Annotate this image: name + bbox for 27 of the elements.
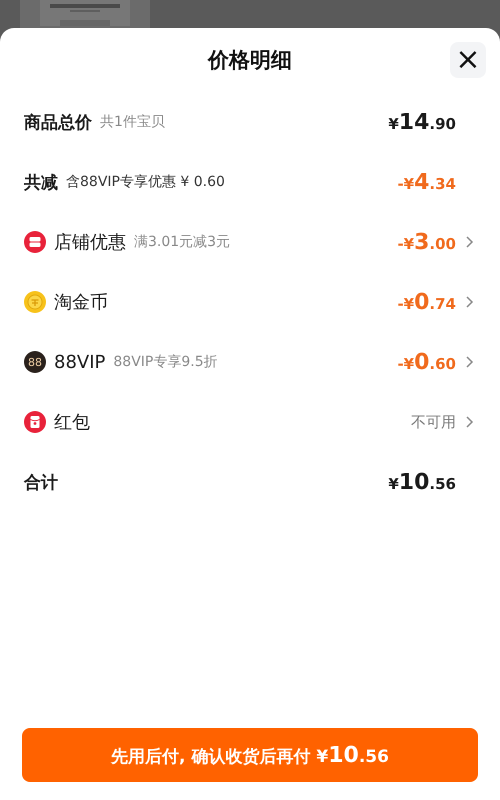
price-amount: -¥4.34 — [397, 170, 456, 194]
shop-icon — [24, 231, 46, 253]
row-note: 含88VIP专享优惠 ¥ 0.60 — [66, 173, 225, 191]
row-note: 满3.01元减3元 — [134, 233, 230, 251]
row-note: 共1件宝贝 — [100, 113, 165, 131]
row-label: 共减 — [24, 172, 58, 194]
chevron-right-icon[interactable] — [464, 295, 474, 309]
row-label: 88VIP — [54, 352, 106, 372]
chevron-right-icon[interactable] — [464, 355, 474, 369]
row-label: 商品总价 — [24, 112, 92, 134]
row-note: 88VIP专享9.5折 — [113, 353, 218, 371]
row-label: 店铺优惠 — [54, 231, 126, 254]
vip-badge-icon: 88 — [24, 351, 46, 373]
price-amount: -¥0.60 — [397, 350, 456, 374]
row-label: 合计 — [24, 472, 58, 494]
sheet-title: 价格明细 — [208, 47, 292, 74]
status-text: 不可用 — [411, 412, 456, 432]
envelope-icon — [24, 411, 46, 433]
row-label: 淘金币 — [54, 291, 108, 314]
close-button[interactable]: × — [450, 42, 486, 78]
price-amount: ¥10.56 — [388, 470, 456, 494]
chevron-right-icon[interactable] — [464, 235, 474, 249]
row-label: 红包 — [54, 411, 90, 434]
price-amount: -¥0.74 — [397, 290, 456, 314]
price-amount: -¥3.00 — [397, 230, 456, 254]
price-amount: ¥14.90 — [388, 110, 456, 134]
coin-icon — [24, 291, 46, 313]
